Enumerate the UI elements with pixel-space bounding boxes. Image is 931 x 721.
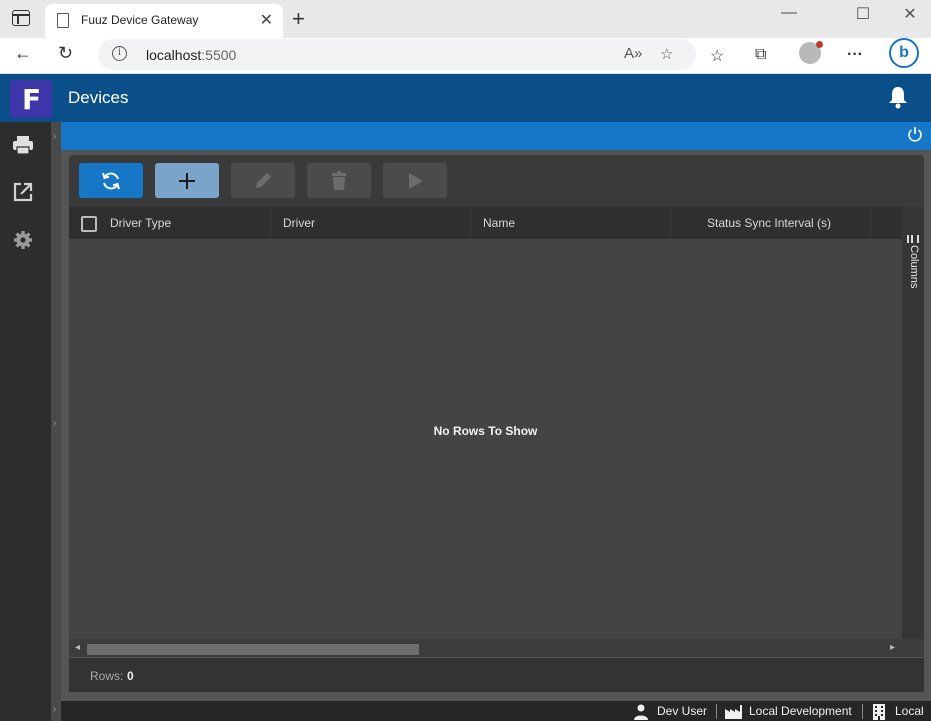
columns-label: Columns [908, 245, 920, 289]
columns-side-panel-tab[interactable]: Columns [902, 207, 924, 650]
profile-avatar[interactable] [799, 41, 823, 64]
logo-letter: F [22, 83, 42, 116]
footer-user[interactable]: Dev User [657, 704, 707, 718]
refresh-icon [102, 172, 120, 190]
factory-icon [725, 705, 742, 719]
external-link-icon[interactable] [12, 181, 34, 203]
address-text[interactable]: localhost:5500 [146, 47, 236, 63]
scrollbar-thumb[interactable] [87, 644, 419, 655]
page-favicon-icon [57, 13, 69, 28]
rows-count: 0 [127, 669, 134, 683]
sidebar-resize-gutter[interactable]: › › › [51, 122, 61, 721]
reload-icon[interactable]: ↻ [58, 43, 73, 64]
close-window-icon[interactable]: ✕ [895, 4, 925, 24]
refresh-button[interactable] [79, 163, 143, 198]
rows-label: Rows: [90, 669, 124, 683]
grid-status-bar: Rows: 0 [69, 657, 924, 692]
horizontal-scrollbar[interactable]: ◂ ▸ [69, 639, 902, 657]
play-icon [409, 173, 423, 189]
address-bar[interactable]: i localhost:5500 A» ☆ [98, 39, 696, 70]
column-header-driver-type[interactable]: Driver Type [98, 207, 270, 239]
run-button[interactable] [383, 163, 447, 198]
minimize-icon[interactable]: — [774, 4, 804, 22]
add-favorite-icon[interactable]: ☆ [660, 45, 673, 63]
browser-tab[interactable]: Fuuz Device Gateway ✕ [45, 4, 283, 38]
column-header-name[interactable]: Name [470, 207, 670, 239]
devices-grid-panel: Driver Type Driver Name Status Sync Inte… [69, 155, 924, 692]
footer-divider [862, 704, 863, 719]
address-host: localhost [146, 47, 202, 63]
power-icon[interactable] [907, 126, 923, 142]
close-tab-icon[interactable]: ✕ [260, 10, 273, 30]
site-info-icon[interactable]: i [112, 46, 127, 61]
tab-actions-icon[interactable] [12, 10, 30, 26]
collections-icon[interactable]: ⧉ [755, 46, 766, 64]
expand-chevron-icon[interactable]: › [53, 704, 56, 715]
address-port: :5500 [201, 47, 237, 63]
app-footer: Dev User Local Development Local [61, 701, 931, 721]
building-icon [873, 704, 885, 720]
column-header-overflow [870, 207, 902, 239]
gear-icon[interactable] [12, 229, 34, 251]
add-button[interactable] [155, 163, 219, 198]
no-rows-message: No Rows To Show [433, 424, 538, 438]
select-all-checkbox[interactable] [81, 216, 97, 232]
columns-icon [907, 235, 919, 243]
app-header: F Devices [0, 74, 931, 122]
grid-header: Driver Type Driver Name Status Sync Inte… [69, 207, 902, 239]
more-options-icon[interactable]: ··· [847, 46, 863, 64]
app-subbar [0, 122, 931, 150]
footer-divider [716, 704, 717, 719]
bing-chat-icon[interactable]: b [889, 38, 919, 68]
new-tab-icon[interactable]: + [292, 6, 305, 32]
browser-toolbar: ← ↻ i localhost:5500 A» ☆ ☆ ⧉ ··· b [0, 38, 931, 74]
read-aloud-icon[interactable]: A» [624, 45, 642, 62]
column-header-status-sync-interval[interactable]: Status Sync Interval (s) [670, 207, 870, 239]
sidebar [0, 122, 51, 721]
grid-body: No Rows To Show [69, 239, 902, 650]
footer-environment[interactable]: Local Development [749, 704, 852, 718]
edit-button[interactable] [231, 163, 295, 198]
tab-title: Fuuz Device Gateway [81, 13, 199, 27]
scrollbar-corner [902, 639, 924, 657]
maximize-icon[interactable]: ☐ [848, 4, 878, 24]
user-icon [634, 704, 648, 720]
scroll-right-icon[interactable]: ▸ [890, 642, 895, 653]
plus-icon [179, 173, 195, 189]
scroll-left-icon[interactable]: ◂ [75, 642, 80, 653]
browser-tab-bar: Fuuz Device Gateway ✕ + — ☐ ✕ [0, 0, 931, 38]
back-icon[interactable]: ← [14, 43, 32, 64]
delete-button[interactable] [307, 163, 371, 198]
printer-icon[interactable] [12, 134, 34, 156]
trash-icon [332, 171, 346, 190]
notifications-bell-icon[interactable] [888, 85, 908, 109]
pencil-icon [256, 173, 271, 188]
column-header-driver[interactable]: Driver [270, 207, 470, 239]
fuuz-logo[interactable]: F [10, 80, 52, 118]
expand-chevron-icon[interactable]: › [53, 418, 56, 429]
expand-chevron-icon[interactable]: › [53, 131, 56, 142]
favorites-icon[interactable]: ☆ [710, 46, 724, 66]
page-title: Devices [68, 88, 129, 107]
footer-site[interactable]: Local [895, 704, 924, 718]
